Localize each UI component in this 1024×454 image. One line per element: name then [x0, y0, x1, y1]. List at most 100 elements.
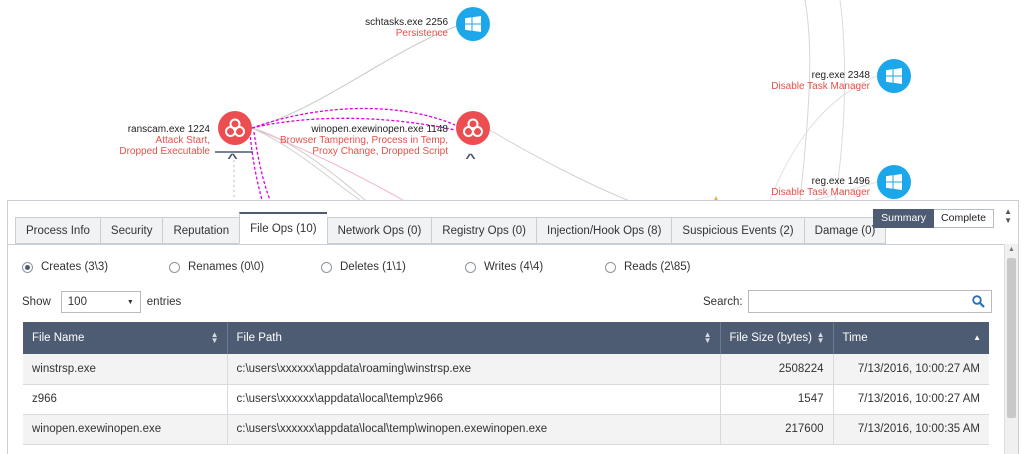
cell-file-size: 1547 — [720, 384, 834, 415]
cell-file-size: 217600 — [720, 414, 834, 445]
sort-icon: ▲ ▼ — [703, 330, 712, 345]
show-label: Show — [22, 296, 51, 308]
windows-icon — [886, 174, 902, 190]
schtasks-label: schtasks.exe 2256 Persistence — [365, 17, 448, 39]
search-label: Search: — [703, 295, 743, 308]
tab-suspicious-events[interactable]: Suspicious Events (2) — [671, 217, 804, 244]
panel-resize-arrows[interactable]: ▲ ▼ — [1004, 207, 1012, 225]
node-name: reg.exe 2348 — [811, 70, 870, 81]
tab-registry-ops[interactable]: Registry Ops (0) — [431, 217, 536, 244]
search-input[interactable] — [747, 290, 992, 313]
arrow-up-icon[interactable]: ▲ — [1004, 207, 1012, 216]
tab-file-ops[interactable]: File Ops (10) — [239, 212, 327, 244]
scrollbar-thumb[interactable] — [1007, 258, 1016, 418]
cell-time: 7/13/2016, 10:00:27 AM — [833, 384, 989, 415]
header-label: File Path — [236, 332, 282, 344]
page-length-control: Show 100 ▼ entries — [22, 291, 181, 313]
file-ops-table: File Name ▲ ▼ File Path ▲ ▼ File Size (bytes… — [23, 322, 989, 445]
tab-process-info[interactable]: Process Info — [15, 217, 100, 244]
tab-injection-hook-ops[interactable]: Injection/Hook Ops (8) — [536, 217, 672, 244]
process-tree-view: schtasks.exe 2256 Persistence reg.exe 23… — [0, 0, 1024, 454]
radio-dot[interactable] — [465, 261, 476, 273]
details-panel: Process Info Security Reputation File Op… — [7, 200, 1019, 454]
biohazard-icon — [225, 118, 245, 137]
radio-writes[interactable]: Writes (4\4) — [465, 261, 543, 273]
arrow-down-icon[interactable]: ▼ — [1004, 216, 1012, 225]
biohazard-icon — [463, 118, 483, 137]
schtasks-node[interactable] — [456, 7, 490, 41]
column-header-file-path[interactable]: File Path ▲ ▼ — [227, 322, 721, 354]
sort-icon: ▲ ▼ — [210, 330, 219, 345]
node-tags: Dropped Executable — [119, 146, 210, 157]
radio-label: Writes (4\4) — [484, 261, 544, 273]
radio-deletes[interactable]: Deletes (1\1) — [321, 261, 406, 273]
search-icon[interactable] — [971, 295, 985, 308]
header-label: File Size (bytes) — [729, 332, 812, 344]
reg-2348-node[interactable] — [877, 59, 911, 93]
radio-reads[interactable]: Reads (2\85) — [605, 261, 690, 273]
view-toggle: Summary Complete — [873, 209, 994, 228]
cell-file-path: c:\users\xxxxxx\appdata\roaming\winstrsp… — [227, 354, 721, 385]
ranscam-label: ranscam.exe 1224 Attack Start, Dropped E… — [119, 124, 210, 157]
node-tags: Disable Task Manager — [771, 81, 870, 92]
collapse-chevron-icon[interactable]: ^ — [465, 152, 476, 164]
tab-security[interactable]: Security — [99, 217, 163, 244]
node-name: reg.exe 1496 — [811, 176, 870, 187]
file-ops-content: Creates (3\3) Renames (0\0) Deletes (1\1… — [8, 244, 1004, 454]
radio-renames[interactable]: Renames (0\0) — [169, 261, 264, 273]
column-header-time[interactable]: Time ▲ — [833, 322, 989, 354]
chevron-down-icon: ▼ — [126, 298, 134, 306]
winopen-node[interactable] — [456, 111, 490, 145]
node-tags: Persistence — [395, 28, 448, 39]
cell-time: 7/13/2016, 10:00:35 AM — [833, 414, 989, 445]
node-tags: Disable Task Manager — [771, 187, 870, 198]
column-header-file-name[interactable]: File Name ▲ ▼ — [23, 322, 228, 354]
cell-file-path: c:\users\xxxxxx\appdata\local\temp\z966 — [227, 384, 721, 415]
tab-bar: Process Info Security Reputation File Op… — [15, 212, 887, 244]
radio-label: Deletes (1\1) — [340, 261, 406, 273]
entries-select[interactable]: 100 ▼ — [60, 291, 141, 313]
node-tags: Attack Start, — [155, 135, 210, 146]
radio-dot[interactable] — [605, 261, 616, 273]
sort-ascending-icon: ▲ — [973, 333, 981, 342]
collapse-chevron-icon[interactable]: ^ — [227, 152, 238, 164]
node-name: winopen.exewinopen.exe 1148 — [311, 124, 448, 135]
scroll-up-icon[interactable]: ▲ — [1005, 244, 1018, 256]
radio-dot[interactable] — [321, 261, 332, 273]
radio-label: Reads (2\85) — [624, 261, 691, 273]
table-row[interactable]: winopen.exewinopen.exe c:\users\xxxxxx\a… — [23, 414, 989, 445]
windows-icon — [886, 68, 902, 84]
node-tags: Proxy Change, Dropped Script — [312, 146, 448, 157]
reg-1496-node[interactable] — [877, 165, 911, 199]
vertical-scrollbar[interactable]: ▲ — [1004, 244, 1018, 454]
sort-icon: ▲ ▼ — [816, 330, 825, 345]
ranscam-node[interactable] — [218, 111, 252, 145]
tab-network-ops[interactable]: Network Ops (0) — [326, 217, 432, 244]
column-header-file-size[interactable]: File Size (bytes) ▲ ▼ — [720, 322, 834, 354]
reg-2348-label: reg.exe 2348 Disable Task Manager — [771, 70, 870, 92]
radio-dot[interactable] — [169, 261, 180, 273]
tab-reputation[interactable]: Reputation — [162, 217, 240, 244]
radio-dot[interactable] — [22, 261, 33, 273]
table-row[interactable]: z966 c:\users\xxxxxx\appdata\local\temp\… — [23, 384, 989, 415]
summary-button[interactable]: Summary — [873, 209, 935, 228]
entries-value: 100 — [67, 296, 87, 308]
table-header-row: File Name ▲ ▼ File Path ▲ ▼ File Size (bytes… — [23, 322, 989, 354]
complete-button[interactable]: Complete — [934, 209, 994, 228]
winopen-label: winopen.exewinopen.exe 1148 Browser Tamp… — [280, 124, 448, 157]
cell-file-path: c:\users\xxxxxx\appdata\local\temp\winop… — [227, 414, 721, 445]
radio-creates[interactable]: Creates (3\3) — [22, 261, 108, 273]
windows-icon — [465, 16, 481, 32]
cell-file-name: winstrsp.exe — [23, 354, 228, 385]
header-label: Time — [842, 332, 868, 344]
node-tags: Browser Tampering, Process in Temp, — [279, 135, 448, 146]
node-name: schtasks.exe 2256 — [365, 17, 448, 28]
node-name: ranscam.exe 1224 — [127, 124, 210, 135]
cell-file-name: winopen.exewinopen.exe — [23, 414, 228, 445]
header-label: File Name — [32, 332, 85, 344]
radio-label: Renames (0\0) — [188, 261, 265, 273]
cell-file-name: z966 — [23, 384, 228, 415]
radio-label: Creates (3\3) — [41, 261, 109, 273]
table-row[interactable]: winstrsp.exe c:\users\xxxxxx\appdata\roa… — [23, 354, 989, 385]
file-op-filter: Creates (3\3) Renames (0\0) Deletes (1\1… — [22, 261, 722, 277]
